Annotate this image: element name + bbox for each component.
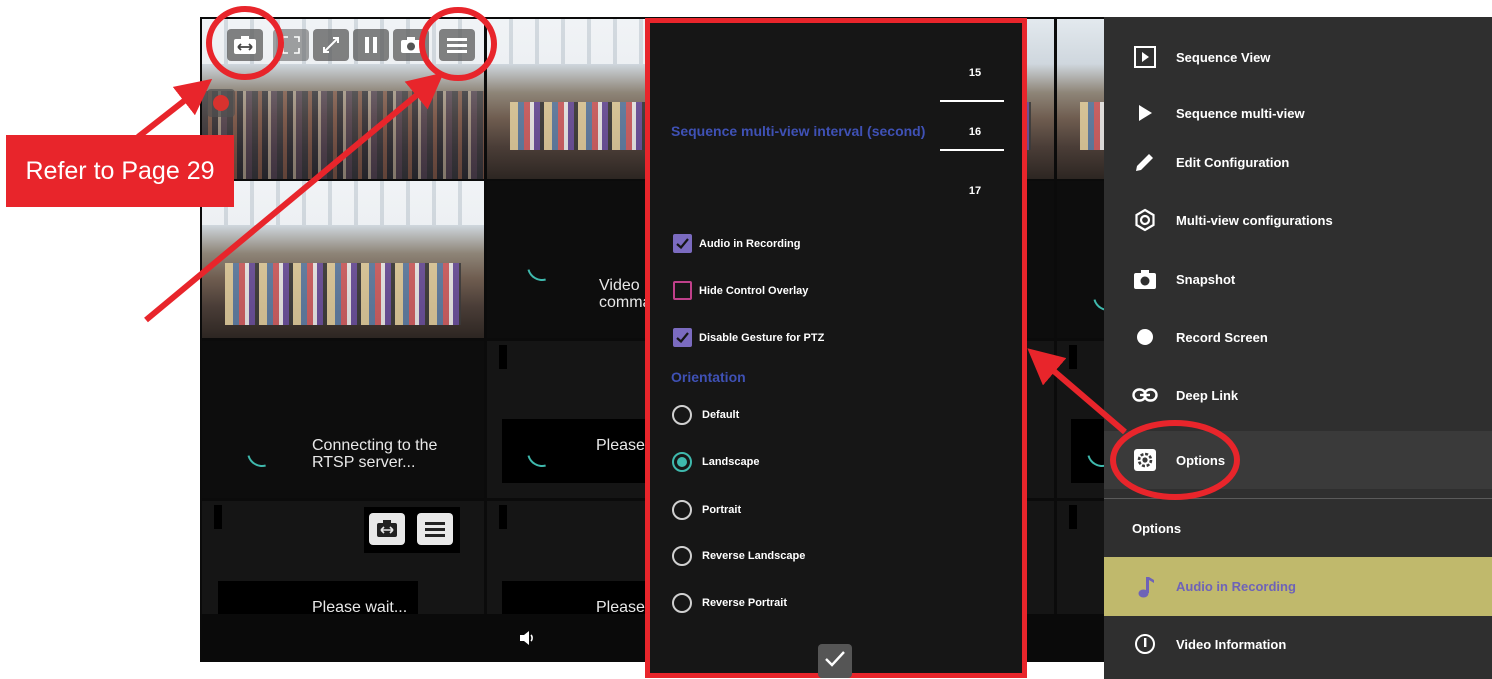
menu-item-sequence-view[interactable]: Sequence View [1104, 31, 1492, 83]
menu-item-label: Audio in Recording [1176, 579, 1296, 594]
checkbox-checked[interactable] [673, 234, 692, 253]
screenshot-stage: Video p comma Connecting to the RTSP ser… [0, 0, 1492, 679]
menu-item-multi-view-configurations[interactable]: Multi-view configurations [1104, 194, 1492, 246]
menu-item-audio-in-recording[interactable]: Audio in Recording [1104, 557, 1492, 616]
record-dot-icon [213, 95, 229, 111]
gear-icon [1132, 447, 1158, 473]
status-text-line1: Connecting to the [312, 437, 438, 454]
radio-label: Portrait [702, 504, 742, 516]
radio-portrait[interactable]: Portrait [672, 500, 741, 520]
play-box-icon [1132, 44, 1158, 70]
menu-item-sequence-multi-view[interactable]: Sequence multi-view [1104, 87, 1492, 139]
status-text-line2: RTSP server... [312, 454, 416, 471]
camera-scene [202, 181, 484, 225]
tile-marker [1069, 505, 1077, 529]
menu-item-label: Record Screen [1176, 329, 1268, 345]
checkbox-hide-control-overlay[interactable]: Hide Control Overlay [673, 281, 808, 300]
fullscreen-button[interactable] [273, 29, 309, 61]
menu-item-label: Multi-view configurations [1176, 212, 1333, 228]
pencil-icon [1132, 149, 1158, 175]
picker-divider [940, 149, 1004, 151]
checkbox-unchecked[interactable] [673, 281, 692, 300]
radio-button-selected[interactable] [672, 452, 692, 472]
tile-marker [499, 505, 507, 529]
orientation-title: Orientation [671, 369, 746, 385]
callout-box: Refer to Page 29 [6, 135, 234, 207]
tile-marker [499, 345, 507, 369]
hexagon-gear-icon [1132, 207, 1158, 233]
menu-section-title: Options [1132, 521, 1182, 536]
snapshot-button[interactable] [393, 29, 429, 61]
link-icon [1132, 382, 1158, 408]
radio-landscape[interactable]: Landscape [672, 452, 759, 472]
menu-item-video-information[interactable]: Video Information [1104, 618, 1492, 670]
status-text: Please [596, 437, 645, 454]
camera-icon [1132, 266, 1158, 292]
speaker-icon[interactable] [518, 628, 538, 653]
checkbox-label: Disable Gesture for PTZ [699, 331, 825, 344]
menu-divider [1104, 498, 1492, 499]
radio-label: Default [702, 409, 740, 421]
pause-button[interactable] [353, 29, 389, 61]
swap-camera-button[interactable] [369, 513, 405, 545]
tile-marker [1069, 345, 1077, 369]
menu-item-edit-configuration[interactable]: Edit Configuration [1104, 136, 1492, 188]
confirm-button[interactable] [818, 644, 852, 678]
swap-camera-button[interactable] [227, 29, 263, 61]
menu-item-label: Deep Link [1176, 387, 1239, 403]
menu-item-options[interactable]: Options [1104, 431, 1492, 489]
radio-label: Reverse Landscape [702, 550, 806, 562]
interval-option[interactable]: 17 [960, 185, 990, 197]
tile-marker [214, 505, 222, 529]
camera-tile-5[interactable] [202, 181, 484, 338]
record-dot-icon [1132, 324, 1158, 350]
menu-item-label: Sequence View [1176, 49, 1271, 65]
annotation-arrow [136, 78, 213, 140]
radio-button[interactable] [672, 546, 692, 566]
loading-spinner [241, 431, 283, 473]
radio-default[interactable]: Default [672, 405, 739, 425]
radio-label: Landscape [702, 456, 760, 468]
ptz-button[interactable] [313, 29, 349, 61]
tile-overlay-toolbar [364, 507, 460, 553]
options-dialog: 15 Sequence multi-view interval (second)… [645, 18, 1027, 678]
camera-scene [224, 262, 462, 326]
camera-tile-9[interactable]: Connecting to the RTSP server... [202, 341, 484, 498]
record-indicator[interactable] [207, 89, 235, 117]
radio-reverse-portrait[interactable]: Reverse Portrait [672, 593, 787, 613]
camera-scene [202, 91, 484, 179]
menu-button[interactable] [439, 29, 475, 61]
radio-button[interactable] [672, 593, 692, 613]
interval-option-selected[interactable]: 16 [960, 126, 990, 138]
menu-item-record-screen[interactable]: Record Screen [1104, 311, 1492, 363]
radio-label: Reverse Portrait [702, 597, 787, 609]
menu-item-label: Edit Configuration [1176, 154, 1290, 170]
menu-item-snapshot[interactable]: Snapshot [1104, 253, 1492, 305]
checkbox-audio-in-recording[interactable]: Audio in Recording [673, 234, 800, 253]
callout-text: Refer to Page 29 [25, 156, 215, 185]
checkbox-label: Hide Control Overlay [699, 284, 809, 297]
info-icon [1132, 631, 1158, 657]
status-text-line2: comma [599, 294, 652, 311]
picker-divider [940, 100, 1004, 102]
play-icon [1132, 100, 1158, 126]
checkbox-checked[interactable] [673, 328, 692, 347]
check-icon [824, 650, 846, 673]
checkbox-disable-gesture-ptz[interactable]: Disable Gesture for PTZ [673, 328, 824, 347]
menu-item-label: Snapshot [1176, 271, 1236, 287]
menu-item-label: Sequence multi-view [1176, 105, 1305, 121]
menu-item-deep-link[interactable]: Deep Link [1104, 369, 1492, 421]
menu-button[interactable] [417, 513, 453, 545]
menu-item-label: Video Information [1176, 636, 1287, 652]
loading-spinner [521, 245, 563, 287]
radio-button[interactable] [672, 500, 692, 520]
interval-option[interactable]: 15 [960, 67, 990, 79]
checkbox-label: Audio in Recording [699, 237, 801, 250]
menu-item-label: Options [1176, 452, 1226, 468]
side-menu: Sequence View Sequence multi-view Edit C… [1104, 17, 1492, 679]
radio-reverse-landscape[interactable]: Reverse Landscape [672, 546, 805, 566]
radio-button[interactable] [672, 405, 692, 425]
music-note-icon [1132, 574, 1158, 600]
interval-label: Sequence multi-view interval (second) [671, 123, 926, 139]
